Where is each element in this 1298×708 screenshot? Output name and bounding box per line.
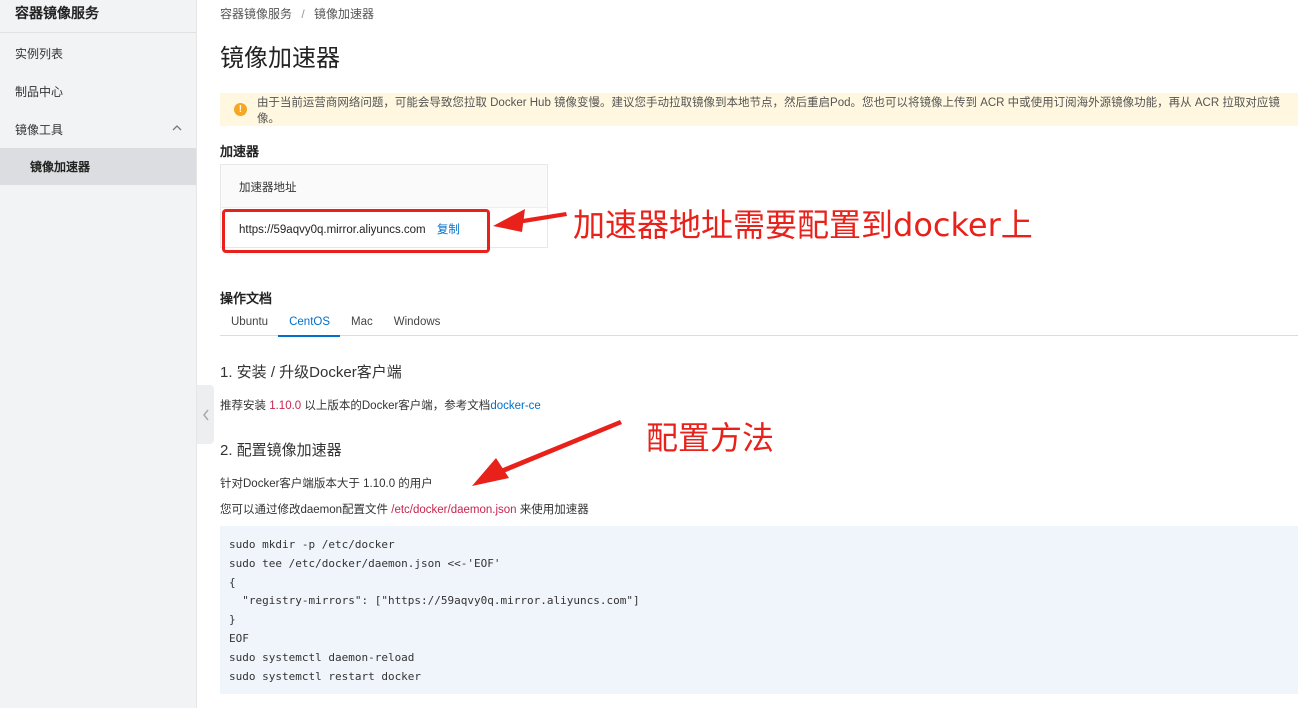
step1-text-middle: 以上版本的Docker客户端，参考文档: [301, 400, 491, 412]
sidebar-item-label: 镜像工具: [15, 122, 64, 137]
step1-title: 1. 安装 / 升级Docker客户端: [220, 364, 402, 381]
tab-mac[interactable]: Mac: [340, 309, 383, 336]
docker-ce-link[interactable]: docker-ce: [490, 400, 541, 412]
step1-text: 推荐安装 1.10.0 以上版本的Docker客户端，参考文档docker-ce: [220, 397, 541, 413]
sidebar-item-label: 制品中心: [15, 84, 64, 99]
sidebar-item-label: 镜像加速器: [30, 160, 91, 174]
code-line: "registry-mirrors": ["https://59aqvy0q.m…: [229, 594, 640, 608]
step2-line2-suffix: 来使用加速器: [516, 504, 589, 516]
sidebar-collapse-handle[interactable]: [197, 385, 214, 444]
code-line: EOF: [229, 631, 249, 645]
chevron-up-icon[interactable]: [172, 123, 182, 133]
chevron-left-icon: [202, 409, 209, 420]
tab-ubuntu[interactable]: Ubuntu: [220, 309, 278, 336]
app-root: 容器镜像服务 实例列表 制品中心 镜像工具 镜像加速器 容器镜像服务 / 镜像加…: [0, 0, 1298, 708]
accelerator-column-header: 加速器地址: [221, 165, 547, 208]
code-line: sudo mkdir -p /etc/docker: [229, 538, 395, 551]
step1-text-prefix: 推荐安装: [220, 400, 270, 412]
tab-centos[interactable]: CentOS: [278, 309, 340, 337]
code-line: {: [229, 575, 236, 589]
breadcrumb-root[interactable]: 容器镜像服务: [220, 7, 292, 21]
sidebar-item-label: 实例列表: [15, 46, 64, 61]
code-line: sudo tee /etc/docker/daemon.json <<-'EOF…: [229, 556, 501, 570]
annotation-highlight-box: [222, 209, 490, 253]
config-path: /etc/docker/daemon.json: [391, 504, 517, 516]
page-title: 镜像加速器: [220, 45, 340, 72]
code-block[interactable]: sudo mkdir -p /etc/docker sudo tee /etc/…: [220, 526, 1298, 694]
step1-version: 1.10.0: [269, 400, 302, 412]
alert-text: 由于当前运营商网络问题，可能会导致您拉取 Docker Hub 镜像变慢。建议您…: [256, 96, 1280, 125]
step2-title: 2. 配置镜像加速器: [220, 442, 342, 459]
alert-banner: ! 由于当前运营商网络问题，可能会导致您拉取 Docker Hub 镜像变慢。建…: [220, 93, 1298, 126]
accelerator-section-title: 加速器: [220, 144, 260, 159]
main-content: 容器镜像服务 / 镜像加速器 镜像加速器 ! 由于当前运营商网络问题，可能会导致…: [220, 0, 1298, 708]
docs-tabs: Ubuntu CentOS Mac Windows: [220, 309, 1298, 337]
sidebar: 容器镜像服务 实例列表 制品中心 镜像工具 镜像加速器: [0, 0, 197, 708]
tab-windows[interactable]: Windows: [383, 309, 451, 336]
breadcrumb: 容器镜像服务 / 镜像加速器: [220, 5, 374, 22]
code-line: sudo systemctl daemon-reload: [229, 650, 415, 664]
breadcrumb-separator: /: [301, 7, 305, 21]
sidebar-item-image-tools[interactable]: 镜像工具: [0, 110, 196, 148]
warning-icon: !: [234, 103, 247, 116]
step2-line2-prefix: 您可以通过修改daemon配置文件: [220, 504, 392, 516]
sidebar-item-image-accelerator[interactable]: 镜像加速器: [0, 148, 196, 185]
breadcrumb-current: 镜像加速器: [314, 7, 375, 21]
code-line: sudo systemctl restart docker: [229, 669, 422, 683]
sidebar-title: 容器镜像服务: [0, 0, 196, 33]
step2-line1: 针对Docker客户端版本大于 1.10.0 的用户: [220, 478, 433, 490]
sidebar-item-artifacts[interactable]: 制品中心: [0, 72, 196, 110]
annotation-note-method: 配置方法: [646, 419, 775, 457]
step2-line2: 您可以通过修改daemon配置文件 /etc/docker/daemon.jso…: [220, 501, 589, 517]
sidebar-item-instances[interactable]: 实例列表: [0, 34, 196, 72]
code-line: }: [229, 613, 236, 627]
annotation-note-address: 加速器地址需要配置到docker上: [573, 206, 1033, 244]
docs-section-title: 操作文档: [220, 291, 273, 306]
